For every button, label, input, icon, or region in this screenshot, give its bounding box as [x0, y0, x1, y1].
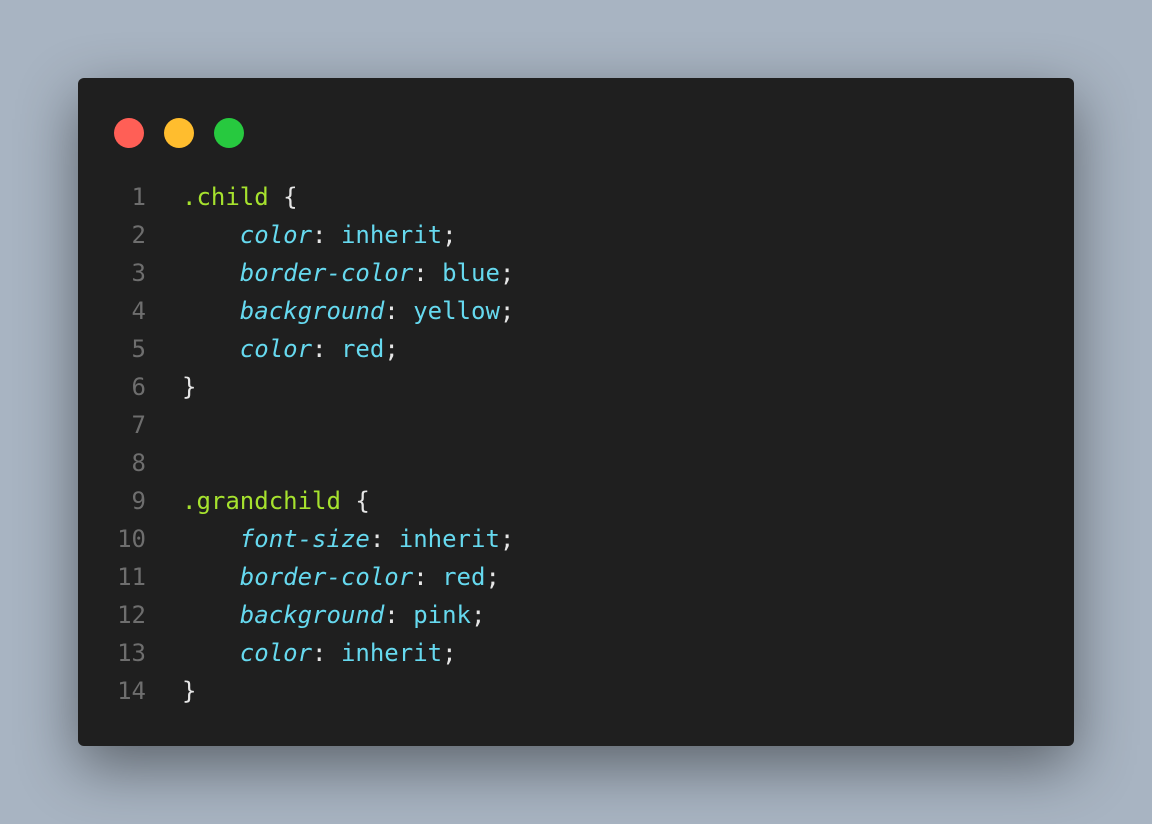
- close-button[interactable]: [114, 118, 144, 148]
- line-number: 9: [131, 487, 146, 515]
- line-number: 5: [131, 335, 146, 363]
- property-value: pink: [413, 601, 471, 629]
- property-name: color: [239, 221, 313, 249]
- code-line: 14}: [104, 672, 514, 710]
- open-brace: {: [268, 183, 298, 211]
- code-line: 10 font-size: inherit;: [104, 520, 514, 558]
- property-name: font-size: [239, 525, 370, 553]
- property-name: background: [239, 297, 385, 325]
- semicolon: ;: [499, 259, 515, 287]
- code-line: 3 border-color: blue;: [104, 254, 515, 292]
- code-line: 12 background: pink;: [104, 596, 514, 634]
- colon: :: [413, 563, 443, 591]
- line-number: 12: [117, 601, 146, 629]
- property-value: red: [442, 563, 486, 591]
- semicolon: ;: [384, 335, 399, 363]
- property-value: inherit: [340, 639, 443, 667]
- colon: :: [384, 601, 414, 629]
- line-number: 13: [117, 639, 146, 667]
- property-name: border-color: [239, 563, 414, 591]
- line-number: 11: [117, 563, 146, 591]
- property-name: color: [239, 335, 313, 363]
- property-value: red: [340, 335, 385, 363]
- line-number: 6: [131, 373, 146, 401]
- selector: .child: [182, 183, 269, 211]
- property-value: yellow: [413, 297, 500, 325]
- code-window: 1 .child {2 color: inherit; 3 border-color…: [78, 78, 1074, 746]
- selector: .grandchild: [182, 487, 341, 515]
- property-name: background: [239, 601, 385, 629]
- property-value: inherit: [340, 221, 443, 249]
- colon: :: [312, 639, 341, 667]
- close-brace: }: [182, 373, 197, 401]
- code-line: 6}: [104, 368, 514, 406]
- colon: :: [312, 221, 341, 249]
- code-line: 9 .grandchild {: [104, 482, 514, 520]
- semicolon: ;: [442, 639, 457, 667]
- colon: :: [413, 259, 443, 287]
- code-block: 1 .child {2 color: inherit; 3 border-color…: [104, 178, 514, 710]
- line-number: 4: [131, 297, 146, 325]
- property-name: color: [239, 639, 313, 667]
- line-number: 2: [131, 221, 146, 249]
- property-value: blue: [442, 259, 500, 287]
- line-number: 14: [117, 677, 146, 705]
- colon: :: [384, 297, 414, 325]
- property-value: inherit: [398, 525, 500, 553]
- window-controls: [114, 118, 244, 148]
- code-line: 5 color: red;: [104, 330, 514, 368]
- semicolon: ;: [471, 601, 486, 629]
- open-brace: {: [340, 487, 370, 515]
- maximize-button[interactable]: [214, 118, 244, 148]
- code-line: 4 background: yellow;: [104, 292, 515, 330]
- semicolon: ;: [499, 525, 515, 553]
- code-line: 13 color: inherit;: [104, 634, 514, 672]
- line-number: 1: [131, 183, 146, 211]
- semicolon: ;: [485, 563, 500, 591]
- property-name: border-color: [239, 259, 414, 287]
- semicolon: ;: [499, 297, 515, 325]
- colon: :: [312, 335, 341, 363]
- semicolon: ;: [442, 221, 457, 249]
- line-number: 3: [131, 259, 146, 287]
- line-number: 8: [131, 449, 146, 477]
- close-brace: }: [182, 677, 197, 705]
- line-number: 7: [131, 411, 146, 439]
- colon: :: [369, 525, 399, 553]
- minimize-button[interactable]: [164, 118, 194, 148]
- code-line: 8: [104, 444, 514, 482]
- code-line: 7: [104, 406, 514, 444]
- line-number: 10: [117, 525, 146, 553]
- code-line: 2 color: inherit;: [104, 216, 514, 254]
- code-line: 11 border-color: red;: [104, 558, 514, 596]
- code-line: 1 .child {: [104, 178, 514, 216]
